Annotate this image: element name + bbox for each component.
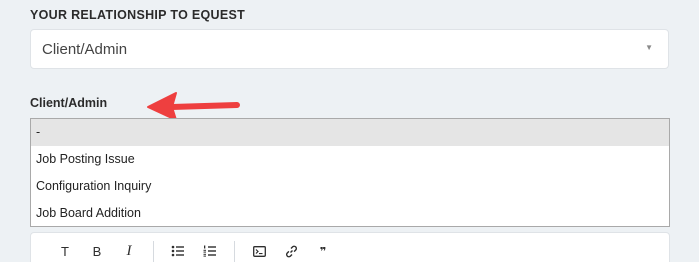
italic-icon: I <box>126 242 132 259</box>
bullet-list-icon <box>171 245 184 257</box>
option-none[interactable]: - <box>31 119 669 146</box>
option-job-board-addition[interactable]: Job Board Addition <box>31 200 669 227</box>
bold-icon: B <box>92 243 102 259</box>
option-configuration-inquiry[interactable]: Configuration Inquiry <box>31 173 669 200</box>
bullet-list-button[interactable] <box>162 240 194 262</box>
editor-toolbar: T B I ❞ <box>30 232 670 262</box>
relationship-select[interactable]: Client/Admin ▼ <box>30 29 669 69</box>
text-style-button[interactable]: T <box>49 240 81 262</box>
quote-icon: ❞ <box>319 245 327 258</box>
numbered-list-button[interactable] <box>194 240 226 262</box>
link-button[interactable] <box>275 240 307 262</box>
bold-button[interactable]: B <box>81 240 113 262</box>
quote-button[interactable]: ❞ <box>307 240 339 262</box>
relationship-select-value: Client/Admin <box>42 40 128 58</box>
text-style-icon: T <box>61 243 69 259</box>
client-admin-label: Client/Admin <box>30 96 108 110</box>
toolbar-divider <box>234 241 235 262</box>
toolbar-divider <box>153 241 154 262</box>
italic-button[interactable]: I <box>113 240 145 262</box>
option-job-posting-issue[interactable]: Job Posting Issue <box>31 146 669 173</box>
dropdown-caret-icon: ▼ <box>645 43 653 52</box>
relationship-label: YOUR RELATIONSHIP TO EQUEST <box>30 8 246 22</box>
link-icon <box>285 245 297 257</box>
code-button[interactable] <box>243 240 275 262</box>
numbered-list-icon <box>203 245 216 257</box>
client-admin-options-list[interactable]: - Job Posting Issue Configuration Inquir… <box>30 118 670 227</box>
code-terminal-icon <box>252 245 266 257</box>
